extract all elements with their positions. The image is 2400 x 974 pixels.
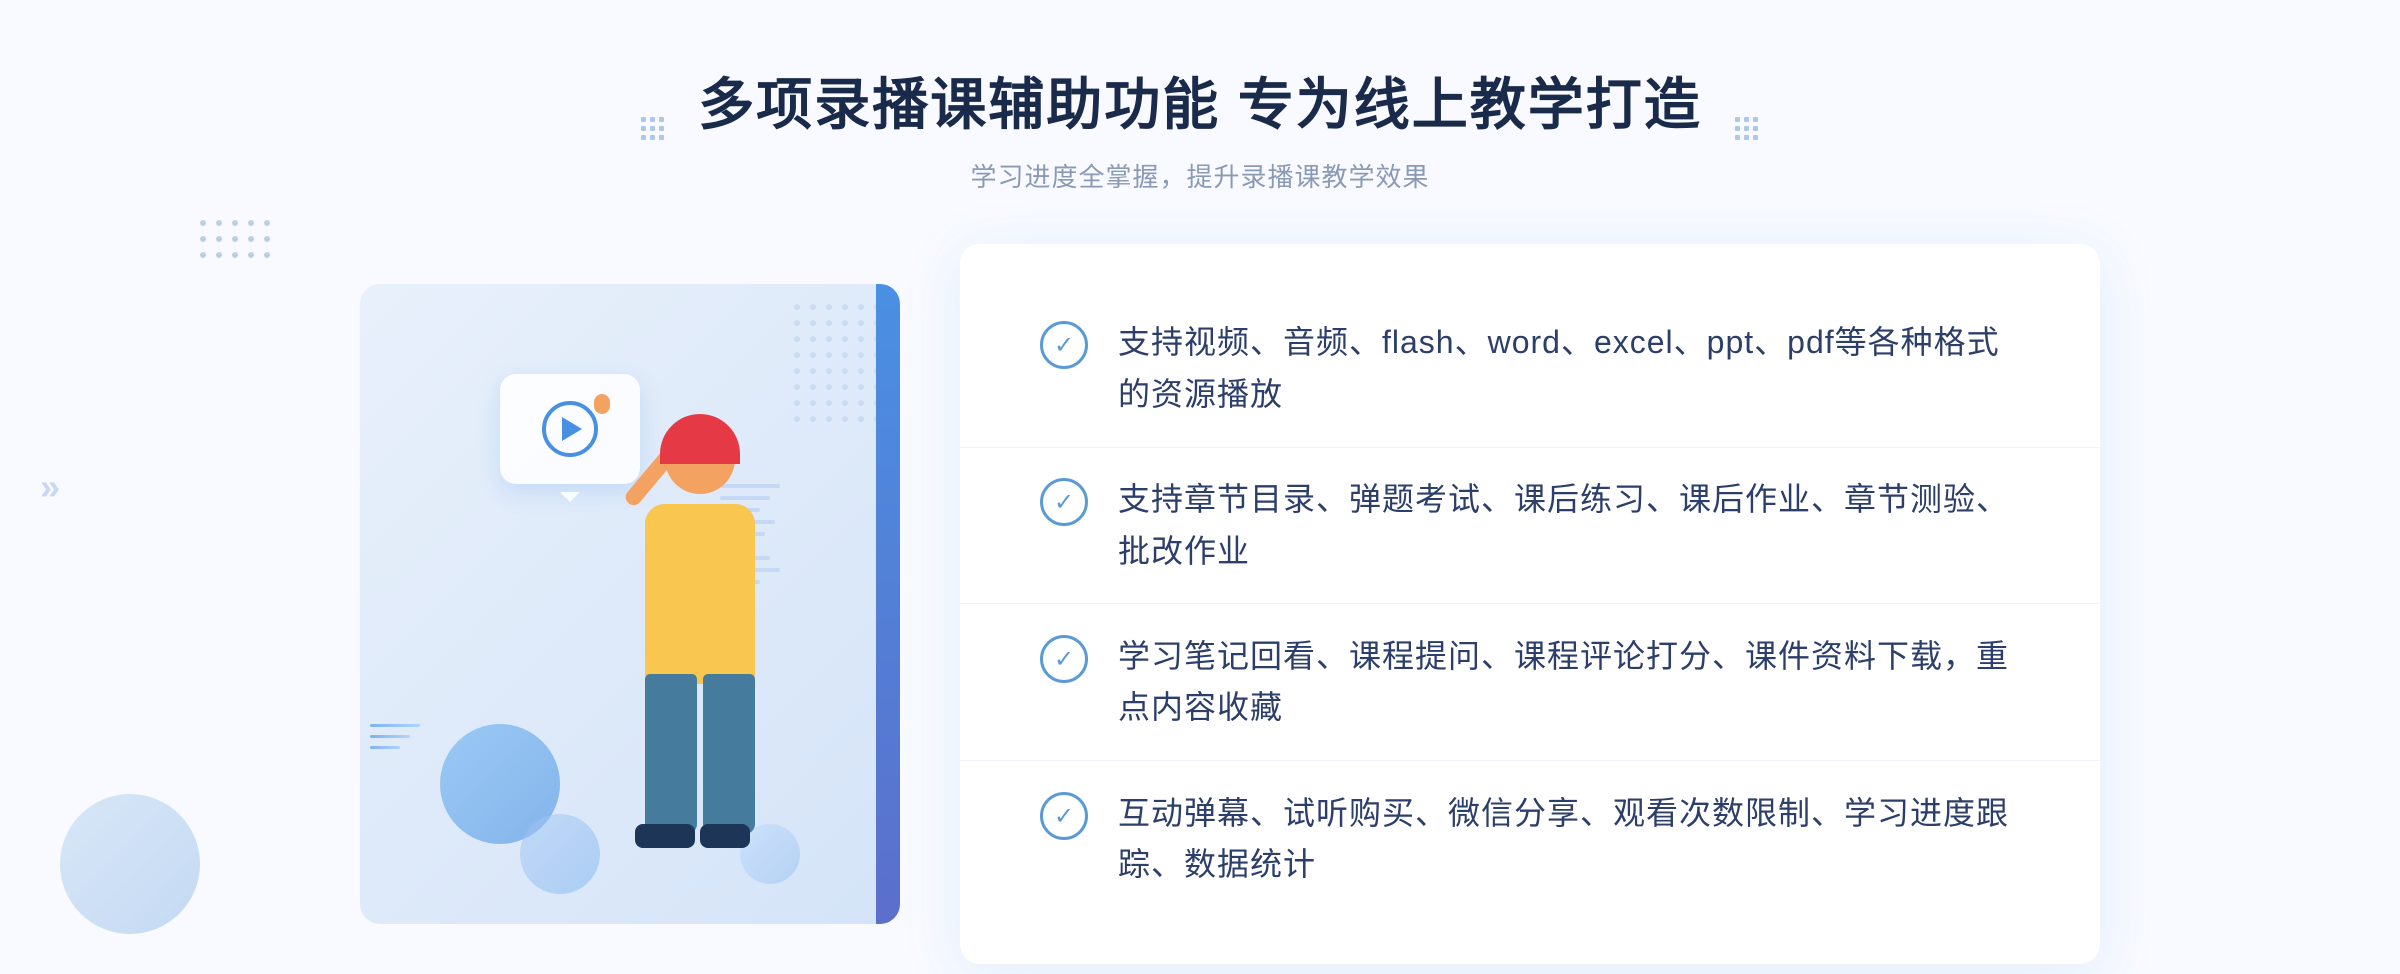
feature-2-text: 支持章节目录、弹题考试、课后练习、课后作业、章节测验、批改作业 (1118, 474, 2020, 576)
dot-decoration-top-left (200, 220, 270, 268)
person-illustration (580, 384, 780, 904)
person-figure (520, 384, 840, 924)
check-circle-3: ✓ (1040, 635, 1088, 683)
check-circle-2: ✓ (1040, 478, 1088, 526)
feature-1-icon: ✓ (1040, 321, 1088, 369)
check-circle-1: ✓ (1040, 321, 1088, 369)
person-hand (594, 394, 610, 414)
check-icon-1: ✓ (1054, 331, 1074, 360)
person-pants-left (645, 674, 697, 834)
person-shoe-right (700, 824, 750, 848)
feature-4-icon: ✓ (1040, 792, 1088, 840)
features-panel: ✓ 支持视频、音频、flash、word、excel、ppt、pdf等各种格式的… (960, 244, 2100, 964)
content-area: ✓ 支持视频、音频、flash、word、excel、ppt、pdf等各种格式的… (300, 244, 2100, 964)
feature-3-text: 学习笔记回看、课程提问、课程评论打分、课件资料下载，重点内容收藏 (1118, 631, 2020, 733)
header-section: 多项录播课辅助功能 专为线上教学打造 学习进度全掌握，提升录播课教学效果 (698, 60, 1702, 194)
check-icon-2: ✓ (1054, 488, 1074, 517)
feature-3-icon: ✓ (1040, 635, 1088, 683)
header-right-decoration (1732, 117, 1762, 137)
person-shoe-left (635, 824, 695, 848)
feature-2-icon: ✓ (1040, 478, 1088, 526)
feature-divider-3 (960, 760, 2100, 761)
page-container: 多项录播课辅助功能 专为线上教学打造 学习进度全掌握，提升录播课教学效果 » (0, 0, 2400, 974)
feature-item-2: ✓ 支持章节目录、弹题考试、课后练习、课后作业、章节测验、批改作业 (1040, 454, 2020, 596)
person-shirt-inner (645, 504, 755, 684)
check-icon-4: ✓ (1054, 802, 1074, 831)
person-hair (660, 414, 740, 464)
chevrons-decoration (370, 724, 420, 749)
illustration-area (300, 244, 980, 964)
person-shirt (645, 504, 755, 684)
page-title: 多项录播课辅助功能 专为线上教学打造 (698, 60, 1702, 141)
feature-divider-1 (960, 447, 2100, 448)
feature-item-4: ✓ 互动弹幕、试听购买、微信分享、观看次数限制、学习进度跟踪、数据统计 (1040, 768, 2020, 910)
feature-item-1: ✓ 支持视频、音频、flash、word、excel、ppt、pdf等各种格式的… (1040, 297, 2020, 439)
illustration-background (360, 284, 900, 924)
header-left-decoration (638, 117, 668, 137)
check-icon-3: ✓ (1054, 645, 1074, 674)
feature-1-text: 支持视频、音频、flash、word、excel、ppt、pdf等各种格式的资源… (1118, 317, 2020, 419)
chevron-icon: » (40, 466, 60, 508)
feature-divider-2 (960, 603, 2100, 604)
person-pants-right (703, 674, 755, 834)
check-circle-4: ✓ (1040, 792, 1088, 840)
feature-item-3: ✓ 学习笔记回看、课程提问、课程评论打分、课件资料下载，重点内容收藏 (1040, 611, 2020, 753)
page-left-chevrons: » (40, 466, 60, 508)
feature-4-text: 互动弹幕、试听购买、微信分享、观看次数限制、学习进度跟踪、数据统计 (1118, 788, 2020, 890)
blue-accent-bar (876, 284, 900, 924)
page-subtitle: 学习进度全掌握，提升录播课教学效果 (698, 157, 1702, 194)
deco-circle-large (60, 794, 200, 934)
